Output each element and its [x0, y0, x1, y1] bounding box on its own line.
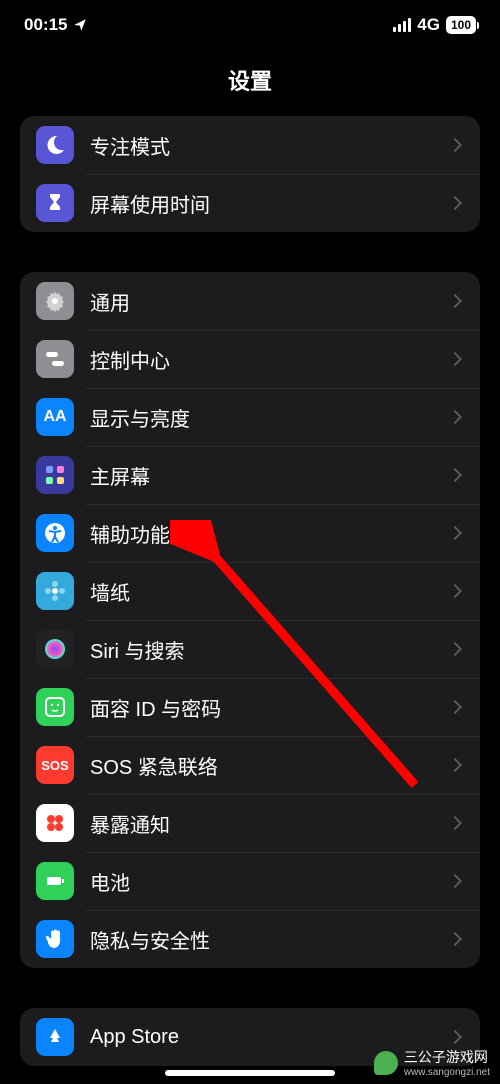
- exposure-icon: [36, 804, 74, 842]
- watermark-url: www.sangongzi.net: [404, 1067, 490, 1078]
- settings-row-home-screen[interactable]: 主屏幕: [20, 446, 480, 504]
- chevron-right-icon: [448, 1030, 462, 1044]
- row-label: 隐私与安全性: [90, 925, 450, 954]
- chevron-right-icon: [448, 932, 462, 946]
- status-right: 4G 100: [393, 15, 476, 35]
- home-indicator: [165, 1070, 335, 1076]
- settings-row-faceid[interactable]: 面容 ID 与密码: [20, 678, 480, 736]
- watermark: 三公子游戏网 www.sangongzi.net: [374, 1047, 490, 1078]
- sos-icon: SOS: [36, 746, 74, 784]
- chevron-right-icon: [448, 642, 462, 656]
- chevron-right-icon: [448, 700, 462, 714]
- settings-row-sos[interactable]: SOS SOS 紧急联络: [20, 736, 480, 794]
- settings-row-siri[interactable]: Siri 与搜索: [20, 620, 480, 678]
- settings-row-exposure[interactable]: 暴露通知: [20, 794, 480, 852]
- row-label: App Store: [90, 1026, 450, 1049]
- network-label: 4G: [417, 15, 440, 35]
- settings-row-display[interactable]: AA 显示与亮度: [20, 388, 480, 446]
- settings-list: 专注模式屏幕使用时间通用控制中心 AA 显示与亮度主屏幕辅助功能墙纸 Siri 与搜索…: [0, 116, 500, 1066]
- moon-icon: [36, 126, 74, 164]
- hourglass-icon: [36, 184, 74, 222]
- row-label: SOS 紧急联络: [90, 751, 450, 780]
- watermark-text: 三公子游戏网: [404, 1049, 488, 1065]
- settings-row-battery[interactable]: 电池: [20, 852, 480, 910]
- page-title: 设置: [0, 50, 500, 116]
- status-left: 00:15: [24, 15, 87, 35]
- settings-row-focus[interactable]: 专注模式: [20, 116, 480, 174]
- chevron-right-icon: [448, 874, 462, 888]
- chevron-right-icon: [448, 352, 462, 366]
- gear-icon: [36, 282, 74, 320]
- battery-icon: 100: [446, 16, 476, 34]
- status-time: 00:15: [24, 15, 67, 35]
- row-label: 墙纸: [90, 577, 450, 606]
- grid-icon: [36, 456, 74, 494]
- chevron-right-icon: [448, 816, 462, 830]
- row-label: 通用: [90, 287, 450, 316]
- chevron-right-icon: [448, 468, 462, 482]
- siri-icon: [36, 630, 74, 668]
- chevron-right-icon: [448, 410, 462, 424]
- chevron-right-icon: [448, 294, 462, 308]
- aa-icon: AA: [36, 398, 74, 436]
- flower-icon: [36, 572, 74, 610]
- settings-group: 专注模式屏幕使用时间: [20, 116, 480, 232]
- settings-row-general[interactable]: 通用: [20, 272, 480, 330]
- settings-row-privacy[interactable]: 隐私与安全性: [20, 910, 480, 968]
- row-label: Siri 与搜索: [90, 635, 450, 664]
- settings-group: 通用控制中心 AA 显示与亮度主屏幕辅助功能墙纸 Siri 与搜索面容 ID 与密码 S…: [20, 272, 480, 968]
- watermark-icon: [374, 1051, 398, 1075]
- row-label: 专注模式: [90, 131, 450, 160]
- chevron-right-icon: [448, 138, 462, 152]
- row-label: 面容 ID 与密码: [90, 693, 450, 722]
- signal-icon: [393, 18, 411, 32]
- settings-row-screentime[interactable]: 屏幕使用时间: [20, 174, 480, 232]
- row-label: 屏幕使用时间: [90, 189, 450, 218]
- row-label: 辅助功能: [90, 519, 450, 548]
- hand-icon: [36, 920, 74, 958]
- appstore-icon: [36, 1018, 74, 1056]
- row-label: 电池: [90, 867, 450, 896]
- settings-row-accessibility[interactable]: 辅助功能: [20, 504, 480, 562]
- accessibility-icon: [36, 514, 74, 552]
- faceid-icon: [36, 688, 74, 726]
- location-icon: [73, 18, 87, 32]
- chevron-right-icon: [448, 758, 462, 772]
- row-label: 暴露通知: [90, 809, 450, 838]
- row-label: 控制中心: [90, 345, 450, 374]
- status-bar: 00:15 4G 100: [0, 0, 500, 50]
- settings-row-control-center[interactable]: 控制中心: [20, 330, 480, 388]
- battery-icon: [36, 862, 74, 900]
- chevron-right-icon: [448, 584, 462, 598]
- row-label: 主屏幕: [90, 461, 450, 490]
- settings-row-wallpaper[interactable]: 墙纸: [20, 562, 480, 620]
- chevron-right-icon: [448, 196, 462, 210]
- toggles-icon: [36, 340, 74, 378]
- chevron-right-icon: [448, 526, 462, 540]
- row-label: 显示与亮度: [90, 403, 450, 432]
